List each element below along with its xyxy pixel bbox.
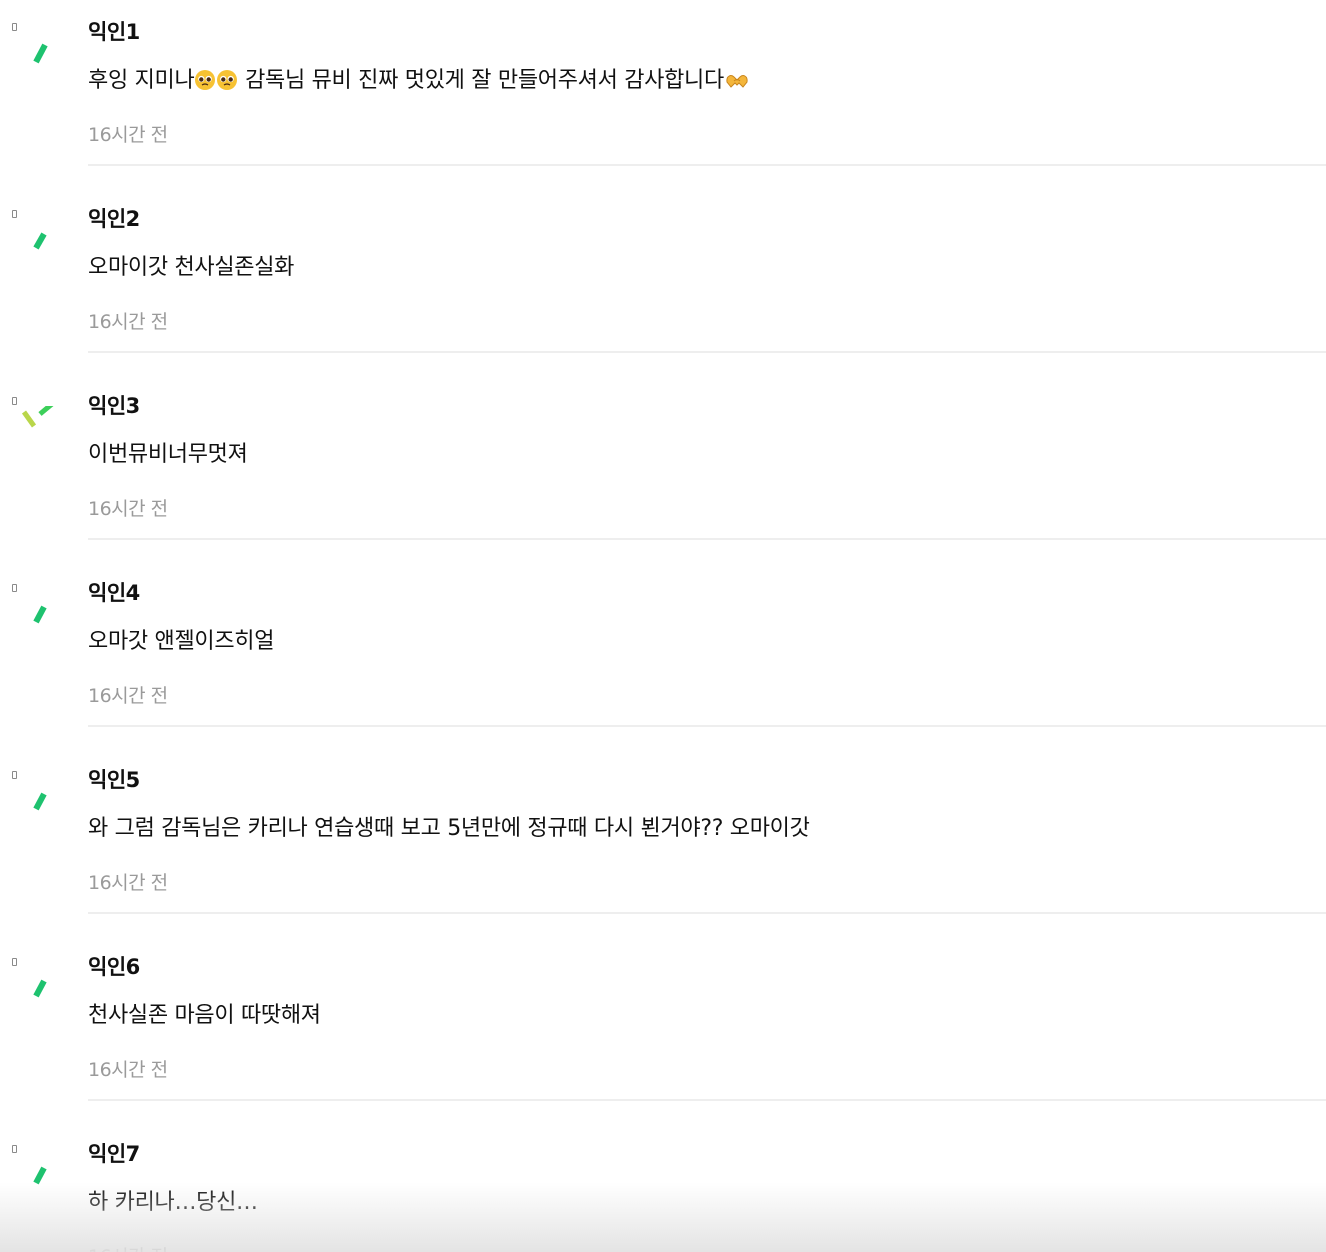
loading-spinner-icon bbox=[33, 43, 48, 64]
comment-text-part: 후잉 지미나 bbox=[88, 68, 195, 93]
comment-divider bbox=[88, 725, 1326, 727]
pleading-face-icon bbox=[217, 70, 238, 90]
avatar[interactable] bbox=[0, 1122, 88, 1252]
comment-item: 익인5 와 그럼 감독님은 카리나 연습생때 보고 5년만에 정규때 다시 뵌거… bbox=[0, 748, 1326, 935]
avatar[interactable] bbox=[0, 935, 88, 1122]
comment-text-part: 감독님 뮤비 진짜 멋있게 잘 만들어주셔서 감사합니다 bbox=[238, 68, 724, 93]
comment-username[interactable]: 익인4 bbox=[88, 577, 140, 607]
broken-image-icon bbox=[12, 210, 17, 218]
comment-item: 익인6 천사실존 마음이 따땃해져 16시간 전 bbox=[0, 935, 1326, 1122]
comment-text: 이번뮤비너무멋져 bbox=[88, 442, 248, 467]
comment-timestamp: 16시간 전 bbox=[88, 1242, 168, 1252]
comment-divider bbox=[88, 912, 1326, 914]
broken-image-icon bbox=[12, 584, 17, 592]
loading-spinner-icon bbox=[33, 792, 47, 811]
broken-image-icon bbox=[12, 23, 17, 31]
avatar[interactable] bbox=[0, 374, 88, 561]
comment-divider bbox=[88, 1099, 1326, 1101]
comment-timestamp: 16시간 전 bbox=[88, 124, 168, 146]
comment-timestamp: 16시간 전 bbox=[88, 498, 168, 520]
broken-image-icon bbox=[12, 1145, 17, 1153]
comment-list: 익인1 후잉 지미나 감독님 뮤비 진짜 멋있게 잘 만들어주셔서 감사합니다 … bbox=[0, 0, 1326, 1252]
comment-text: 와 그럼 감독님은 카리나 연습생때 보고 5년만에 정규때 다시 뵌거야?? … bbox=[88, 816, 810, 841]
comment-item: 익인4 오마갓 앤젤이즈히얼 16시간 전 bbox=[0, 561, 1326, 748]
comment-timestamp: 16시간 전 bbox=[88, 872, 168, 894]
comment-divider bbox=[88, 164, 1326, 166]
comment-text: 오마갓 앤젤이즈히얼 bbox=[88, 629, 275, 654]
heart-hands-icon bbox=[726, 75, 748, 88]
loading-spinner-icon bbox=[21, 406, 54, 428]
comment-item: 익인2 오마이갓 천사실존실화 16시간 전 bbox=[0, 187, 1326, 374]
loading-spinner-icon bbox=[33, 1166, 47, 1185]
loading-spinner-icon bbox=[33, 979, 47, 998]
comment-timestamp: 16시간 전 bbox=[88, 1059, 168, 1081]
comment-username[interactable]: 익인2 bbox=[88, 203, 140, 233]
comment-text: 천사실존 마음이 따땃해져 bbox=[88, 1003, 321, 1028]
comment-username[interactable]: 익인3 bbox=[88, 390, 140, 420]
comment-username[interactable]: 익인7 bbox=[88, 1138, 140, 1168]
comment-item: 익인3 이번뮤비너무멋져 16시간 전 bbox=[0, 374, 1326, 561]
comment-item: 익인7 하 카리나…당신… 16시간 전 bbox=[0, 1122, 1326, 1252]
comment-item: 익인1 후잉 지미나 감독님 뮤비 진짜 멋있게 잘 만들어주셔서 감사합니다 … bbox=[0, 0, 1326, 187]
avatar[interactable] bbox=[0, 187, 88, 374]
comment-text: 하 카리나…당신… bbox=[88, 1190, 258, 1215]
avatar[interactable] bbox=[0, 561, 88, 748]
pleading-face-icon bbox=[195, 70, 216, 90]
broken-image-icon bbox=[12, 397, 17, 405]
broken-image-icon bbox=[12, 958, 17, 966]
broken-image-icon bbox=[12, 771, 17, 779]
comment-username[interactable]: 익인1 bbox=[88, 16, 140, 46]
comment-username[interactable]: 익인6 bbox=[88, 951, 140, 981]
comment-divider bbox=[88, 538, 1326, 540]
comment-text: 오마이갓 천사실존실화 bbox=[88, 255, 295, 280]
loading-spinner-icon bbox=[33, 232, 47, 250]
comment-username[interactable]: 익인5 bbox=[88, 764, 140, 794]
comment-timestamp: 16시간 전 bbox=[88, 685, 168, 707]
avatar[interactable] bbox=[0, 0, 88, 187]
comment-timestamp: 16시간 전 bbox=[88, 311, 168, 333]
loading-spinner-icon bbox=[33, 605, 47, 624]
comment-text: 후잉 지미나 감독님 뮤비 진짜 멋있게 잘 만들어주셔서 감사합니다 bbox=[88, 62, 750, 94]
comment-divider bbox=[88, 351, 1326, 353]
avatar[interactable] bbox=[0, 748, 88, 935]
